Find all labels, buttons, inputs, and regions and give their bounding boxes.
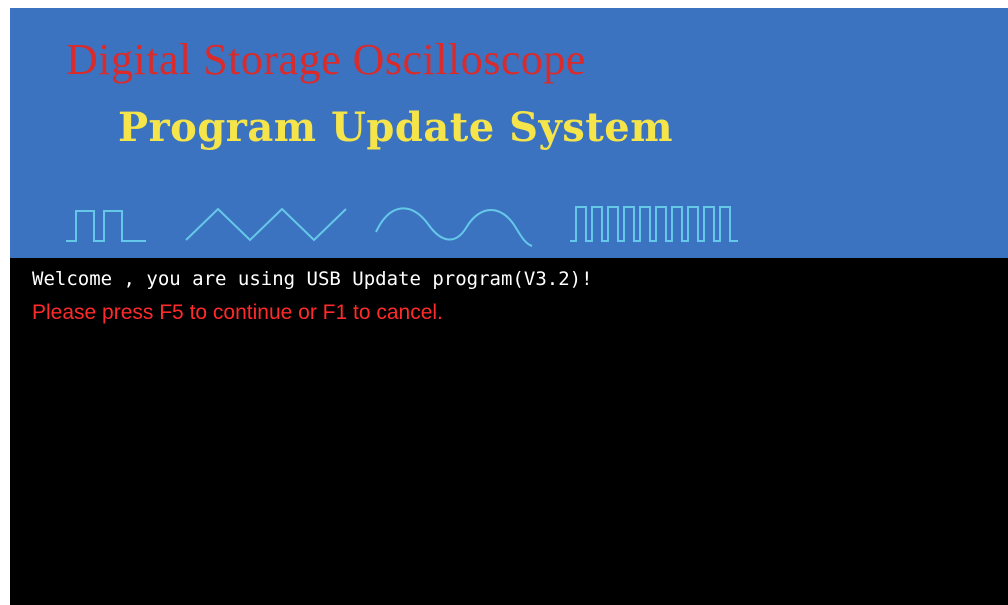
update-prompt: Please press F5 to continue or F1 to can… [32, 301, 443, 324]
square-pulse-icon [66, 210, 146, 242]
triangle-wave-icon [185, 207, 347, 242]
pulse-train-icon [570, 206, 738, 242]
header-banner: Digital Storage Oscilloscope Program Upd… [10, 8, 1008, 258]
console-area: Welcome , you are using USB Update progr… [10, 258, 1008, 605]
welcome-message: Welcome , you are using USB Update progr… [32, 268, 593, 290]
update-screen: Digital Storage Oscilloscope Program Upd… [10, 8, 1008, 605]
waveform-decorations [66, 206, 738, 247]
sine-wave-icon [375, 207, 533, 247]
